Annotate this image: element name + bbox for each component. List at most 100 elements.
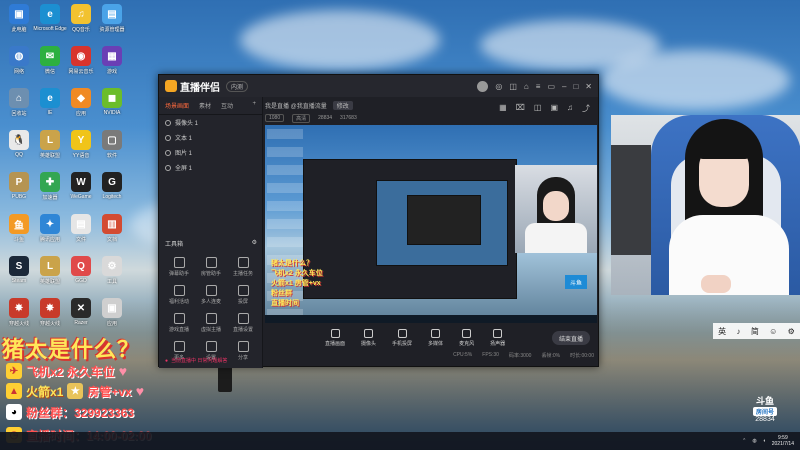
ime-simplified[interactable]: 简 — [751, 326, 759, 337]
edit-title-button[interactable]: 修改 — [332, 100, 353, 110]
source-control[interactable]: 直播画面 — [325, 329, 345, 347]
stop-stream-button[interactable]: 结束直播 — [552, 331, 590, 345]
tool-item[interactable]: 投屏 — [227, 285, 259, 305]
desktop-icon[interactable]: ◼ NVIDIA — [97, 88, 127, 124]
pip-icon[interactable]: ▭ — [547, 82, 555, 91]
menu-icon[interactable]: ≡ — [536, 82, 541, 91]
desktop-icon[interactable]: ⌂ 回收站 — [4, 88, 34, 124]
desktop-icon[interactable]: ⚙ 工具 — [97, 256, 127, 292]
app-title-bar[interactable]: 直播伴侣 内测 ◎ ◫ ⌂ ≡ ▭ – □ ✕ — [159, 75, 598, 97]
desktop-icon[interactable]: ◉ 网易云音乐 — [66, 46, 96, 82]
tool-icon — [173, 341, 185, 352]
lock-icon[interactable]: ⌧ — [516, 103, 525, 114]
minimize-icon[interactable]: – — [562, 82, 566, 91]
desktop-icon[interactable]: G Logitech — [97, 172, 127, 208]
tool-item[interactable]: 房管助手 — [195, 257, 227, 277]
eye-icon[interactable] — [165, 149, 171, 156]
desktop-icon[interactable]: e Microsoft Edge — [33, 4, 67, 40]
link-icon[interactable]: ◫ — [534, 103, 542, 114]
bell-icon[interactable]: ♫ — [567, 103, 573, 114]
desktop-icon[interactable]: ▢ 软件 — [97, 130, 127, 166]
ime-emoji-icon[interactable]: ☺ — [769, 327, 777, 336]
desktop-icon[interactable]: 🐧 QQ — [4, 130, 34, 166]
scene-label: 文本 1 — [175, 136, 193, 142]
clock[interactable]: 9:59 2021/7/14 — [772, 435, 794, 447]
close-icon[interactable]: ✕ — [585, 82, 592, 91]
desktop-icon[interactable]: S Steam — [4, 256, 34, 292]
tab-scenes[interactable]: 场景画面 — [165, 101, 189, 110]
desktop-icon[interactable]: ▦ 游戏 — [97, 46, 127, 82]
tool-item[interactable]: 福利活动 — [163, 285, 195, 305]
desktop-icon[interactable]: Y YY语音 — [66, 130, 96, 166]
desktop-icon[interactable]: e IE — [35, 88, 65, 124]
desktop-icon[interactable]: ♫ QQ音乐 — [66, 4, 96, 40]
toolbox-settings-icon[interactable]: ⚙ — [252, 239, 257, 248]
source-control[interactable]: 摄像头 — [361, 329, 376, 347]
desktop-icon[interactable]: W WeGame — [66, 172, 96, 208]
desktop-icon-glyph: ⌂ — [9, 88, 29, 108]
share-icon[interactable]: ⤴ — [582, 103, 590, 114]
scene-item[interactable]: 全屏 1 — [159, 160, 262, 175]
eye-icon[interactable] — [165, 119, 171, 126]
tool-item[interactable]: 弹幕助手 — [163, 257, 195, 277]
volume-icon[interactable]: ◖ — [763, 438, 766, 444]
tab-interact[interactable]: 互动 — [221, 101, 233, 110]
desktop-icon[interactable]: ▤ 资源管理器 — [97, 4, 127, 40]
tool-item[interactable]: 直播设置 — [227, 313, 259, 333]
app-logo-icon — [165, 80, 177, 92]
desktop-icon[interactable]: 鱼斗鱼 — [4, 214, 34, 250]
desktop-icon[interactable]: L 英雄联盟 — [35, 256, 65, 292]
tool-item[interactable]: 虚拟主播 — [195, 313, 227, 333]
desktop-icon[interactable]: ✕ Razer — [66, 298, 96, 334]
tray-chevron-icon[interactable]: ⌃ — [742, 438, 746, 444]
desktop-icon[interactable]: L 英雄联盟 — [35, 130, 65, 166]
desktop-icon[interactable]: ▣ 此电脑 — [4, 4, 34, 40]
desktop-icon[interactable]: ✉ 微信 — [35, 46, 65, 82]
desktop-icon[interactable]: ▣ 应用 — [97, 298, 127, 334]
source-control[interactable]: 多媒体 — [428, 329, 443, 347]
scene-item[interactable]: 图片 1 — [159, 145, 262, 160]
ime-lang[interactable]: 英 — [718, 326, 726, 337]
scene-item[interactable]: 摄像头 1 — [159, 115, 262, 130]
tab-assets[interactable]: 素材 — [199, 101, 211, 110]
desktop-icon[interactable]: P PUBG — [4, 172, 34, 208]
network-icon[interactable]: ◍ — [752, 438, 756, 444]
source-control[interactable]: 麦克风 — [459, 329, 474, 347]
tool-item[interactable]: 分享 — [227, 341, 259, 361]
ime-toolbar[interactable]: 英 ♪ 简 ☺ ⚙ — [713, 323, 800, 339]
scene-item[interactable]: 文本 1 — [159, 130, 262, 145]
desktop-icon[interactable]: ✸ 穿越火线 — [4, 298, 34, 334]
scene-panel: 场景画面 素材 互动 + 摄像头 1 文本 1 图片 1 全屏 1 工具箱 ⚙ 弹幕助… — [159, 97, 263, 368]
version-badge[interactable]: 内测 — [226, 80, 249, 92]
desktop-icon[interactable]: ▤ 文件 — [66, 214, 96, 250]
desktop-icon[interactable]: Q GGD — [66, 256, 96, 292]
box-icon[interactable]: ▣ — [550, 103, 558, 114]
quality-tag[interactable]: 高清 — [292, 113, 311, 123]
tool-item[interactable]: 游戏直播 — [163, 313, 195, 333]
eye-icon[interactable] — [165, 164, 171, 171]
ime-note-icon[interactable]: ♪ — [736, 327, 740, 336]
layout-icon[interactable]: ▦ — [499, 103, 507, 114]
avatar[interactable] — [477, 80, 489, 92]
desktop-icon[interactable]: ▥ 文档 — [97, 214, 127, 250]
desktop-icon[interactable]: ✦ 腾讯应用 — [35, 214, 65, 250]
message-icon[interactable]: ◫ — [509, 82, 517, 91]
shirt-icon[interactable]: ⌂ — [524, 82, 529, 91]
eye-icon[interactable] — [165, 134, 171, 141]
tool-item[interactable]: 多人连麦 — [195, 285, 227, 305]
add-scene-icon[interactable]: + — [252, 101, 256, 110]
desktop-icon[interactable]: ◆ 应用 — [66, 88, 96, 124]
source-control[interactable]: 扬声器 — [490, 329, 505, 347]
desktop-icon[interactable]: ✸ 穿越火线 — [35, 298, 65, 334]
desktop-icon[interactable]: ◍ 网络 — [4, 46, 34, 82]
ime-settings-icon[interactable]: ⚙ — [788, 327, 795, 336]
stream-preview[interactable]: 猪太是什么？ 飞机x2 永久车位 火箭x1 房管+vx 粉丝群 直播时间 斗鱼 — [265, 125, 597, 323]
stream-app-window[interactable]: 直播伴侣 内测 ◎ ◫ ⌂ ≡ ▭ – □ ✕ 场景画面 素材 互动 + 摄像头… — [158, 74, 599, 368]
maximize-icon[interactable]: □ — [573, 82, 578, 91]
overlay-line-gifts: ✈ 飞机x2 永久车位 ♥ — [6, 362, 127, 380]
resolution-tag[interactable]: 1080 — [265, 114, 285, 122]
desktop-icon[interactable]: ✚ 加速器 — [35, 172, 65, 208]
tool-item[interactable]: 主播任务 — [227, 257, 259, 277]
notification-icon[interactable]: ◎ — [495, 82, 502, 91]
source-control[interactable]: 手机投屏 — [392, 329, 412, 347]
